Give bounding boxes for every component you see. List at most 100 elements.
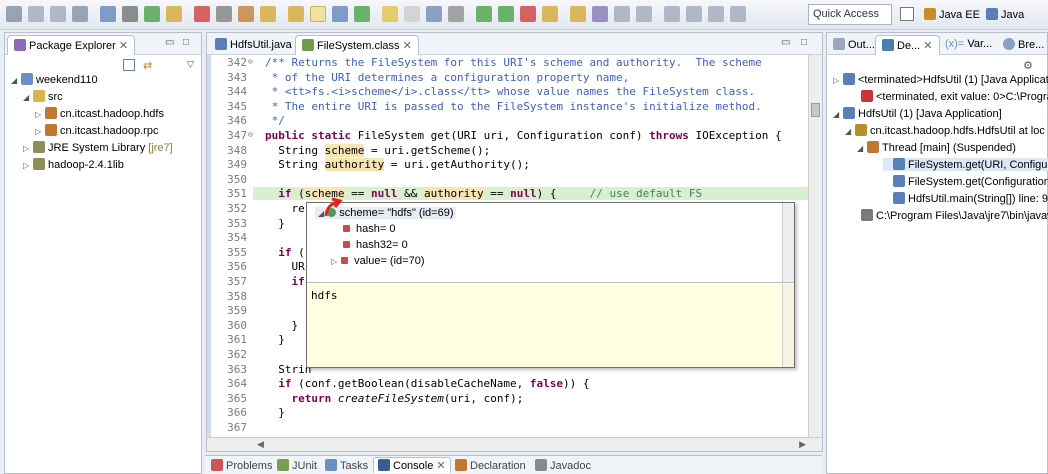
toolbar-button-icon[interactable] [686,6,702,22]
toolbar-button-icon[interactable] [570,6,586,22]
code-line[interactable]: if (conf.getBoolean(disableCacheName, fa… [265,377,589,390]
tree-item-package-rpc[interactable]: ▷ cn.itcast.hadoop.rpc [35,124,158,137]
toolbar-button-icon[interactable] [476,6,492,22]
tab-javadoc[interactable]: Javadoc [535,459,591,472]
perspective-javaee[interactable]: Java EE [924,8,980,21]
code-line[interactable]: } [265,406,285,419]
open-perspective-icon[interactable] [900,7,914,21]
expand-icon[interactable]: ▷ [23,161,33,170]
toolbar-button-icon[interactable] [542,6,558,22]
toolbar-button-icon[interactable] [730,6,746,22]
close-icon[interactable]: ✕ [923,40,932,52]
code-line[interactable]: */ [265,114,285,127]
tab-breakpoints[interactable]: Bre... [997,35,1048,55]
fold-icon[interactable]: ⊖ [248,57,253,66]
vertical-scrollbar[interactable] [808,55,822,437]
toolbar-button-icon[interactable] [354,6,370,22]
toolbar-button-icon[interactable] [636,6,652,22]
toolbar-button-icon[interactable] [332,6,348,22]
tree-item-jre[interactable]: ▷ JRE System Library [jre7] [23,141,173,154]
maximize-icon[interactable]: □ [801,37,807,48]
toolbar-button-icon[interactable] [382,6,398,22]
perspective-java[interactable]: Java [986,8,1024,21]
fold-icon[interactable]: ⊖ [248,130,253,139]
code-line[interactable]: Strin [265,363,311,376]
expand-icon[interactable]: ◢ [11,76,21,85]
code-line[interactable]: if [265,275,305,288]
code-line[interactable]: UR [265,260,304,273]
toolbar-button-icon[interactable] [166,6,182,22]
code-line[interactable]: String authority = uri.getAuthority(); [265,158,530,172]
tree-item-project[interactable]: ◢ weekend110 [11,73,98,86]
debug-tree-item[interactable]: HdfsUtil.main(String[]) line: 96 [883,192,1048,205]
toolbar-button-icon[interactable] [404,6,420,22]
tab-package-explorer[interactable]: Package Explorer ✕ [7,35,136,55]
expand-icon[interactable]: ▷ [35,110,45,119]
toolbar-button-icon[interactable] [448,6,464,22]
view-menu-icon[interactable]: ▽ [187,59,194,70]
quick-access-input[interactable]: Quick Access [808,4,892,25]
code-line[interactable]: public static FileSystem get(URI uri, Co… [265,129,782,142]
expand-icon[interactable]: ◢ [857,144,867,153]
maximize-icon[interactable]: □ [183,37,189,48]
toolbar-button-icon[interactable] [288,6,304,22]
collapse-all-icon[interactable] [123,59,135,71]
tab-variables[interactable]: (x)= Var... [939,35,998,55]
code-line[interactable]: } [265,319,298,332]
expand-icon[interactable]: ◢ [845,127,855,136]
horizontal-scrollbar[interactable]: ◀ ▶ [207,437,822,451]
popup-tree-scrollbar[interactable] [782,203,794,282]
code-line[interactable]: * The entire URI is passed to the FileSy… [265,100,762,113]
tab-outline[interactable]: Out... [827,35,881,55]
code-line[interactable]: re [265,202,304,215]
toolbar-button-icon[interactable] [216,6,232,22]
minimize-icon[interactable]: ▭ [781,37,790,48]
toolbar-button-icon[interactable] [664,6,680,22]
debug-tree-item[interactable]: FileSystem.get(URI, Configura [883,158,1048,171]
close-icon[interactable]: ✕ [119,40,128,52]
toolbar-button-icon[interactable] [426,6,442,22]
toolbar-button-icon[interactable] [260,6,276,22]
tab-filesystem-class[interactable]: FileSystem.class ✕ [295,35,419,55]
toolbar-button-icon[interactable] [50,6,66,22]
code-line[interactable]: return createFileSystem(uri, conf); [265,392,524,405]
code-line[interactable]: * <tt>fs.<i>scheme</i>.class</tt> whose … [265,85,755,98]
toolbar-button-icon[interactable] [520,6,536,22]
debug-tree-item[interactable]: ◢ cn.itcast.hadoop.hdfs.HdfsUtil at loc [845,124,1045,137]
toolbar-button-icon[interactable] [72,6,88,22]
debug-tree-item[interactable]: ◢ HdfsUtil (1) [Java Application] [833,107,1002,120]
toolbar-button-icon[interactable] [592,6,608,22]
tree-item-package-hdfs[interactable]: ▷ cn.itcast.hadoop.hdfs [35,107,164,120]
code-line[interactable]: } [265,217,285,230]
toolbar-button-icon[interactable] [238,6,254,22]
close-icon[interactable]: ✕ [403,40,412,52]
debug-tree-item[interactable]: <terminated, exit value: 0>C:\Progra [851,90,1048,103]
code-line[interactable]: if ( [265,246,305,259]
tree-item-src[interactable]: ◢ src [23,90,63,103]
toolbar-button-icon[interactable] [708,6,724,22]
link-editor-icon[interactable]: ⇄ [143,59,152,72]
remove-terminated-icon[interactable]: ⚙ [1023,59,1033,72]
code-line[interactable]: } [265,333,285,346]
expand-icon[interactable]: ▷ [331,257,337,266]
toolbar-button-icon[interactable] [310,6,326,22]
expand-icon[interactable]: ◢ [833,110,843,119]
tab-junit[interactable]: JUnit [277,459,317,472]
toolbar-button-icon[interactable] [122,6,138,22]
tree-item-hadoop-lib[interactable]: ▷ hadoop-2.4.1lib [23,158,124,171]
toolbar-button-icon[interactable] [498,6,514,22]
code-line[interactable]: * of the URI determines a configuration … [265,71,630,84]
popup-child-value[interactable]: ▷ value= (id=70) [331,255,424,267]
debug-tree-item[interactable]: FileSystem.get(Configuration) [883,175,1048,188]
toolbar-button-icon[interactable] [144,6,160,22]
toolbar-button-icon[interactable] [194,6,210,22]
close-icon[interactable]: ✕ [436,460,445,472]
code-line[interactable]: /** Returns the FileSystem for this URI'… [265,56,762,69]
tab-problems[interactable]: Problems [211,459,272,472]
toolbar-button-icon[interactable] [6,6,22,22]
toolbar-button-icon[interactable] [28,6,44,22]
popup-child-hash32[interactable]: hash32= 0 [343,239,408,251]
toolbar-button-icon[interactable] [100,6,116,22]
tab-tasks[interactable]: Tasks [325,459,368,472]
expand-icon[interactable]: ▷ [23,144,33,153]
